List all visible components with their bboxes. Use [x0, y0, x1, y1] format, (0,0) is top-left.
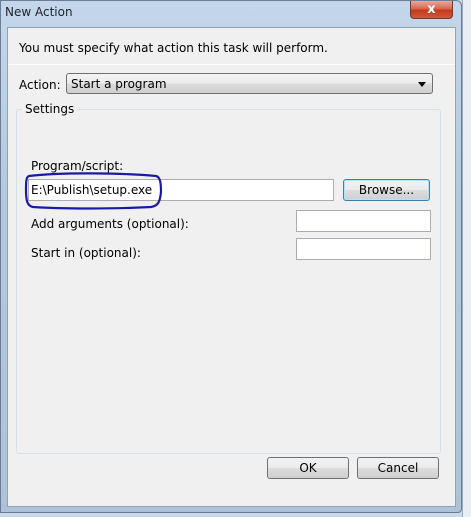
- window-title: New Action: [5, 5, 73, 19]
- start-in-label: Start in (optional):: [31, 246, 141, 260]
- add-arguments-input[interactable]: [297, 211, 430, 231]
- settings-group: Settings Program/script: Browse... Add a…: [16, 102, 441, 454]
- close-button[interactable]: x: [410, 1, 453, 19]
- settings-legend: Settings: [22, 102, 78, 116]
- header-separator: [8, 64, 455, 65]
- chevron-down-icon: [418, 82, 426, 87]
- action-dropdown[interactable]: Start a program: [66, 73, 433, 94]
- ok-button[interactable]: OK: [267, 457, 349, 479]
- cancel-button[interactable]: Cancel: [357, 457, 439, 479]
- start-in-input[interactable]: [297, 239, 430, 259]
- add-arguments-label: Add arguments (optional):: [31, 217, 189, 231]
- action-selected-value: Start a program: [71, 77, 167, 91]
- browse-button[interactable]: Browse...: [343, 179, 430, 201]
- title-bar[interactable]: New Action x: [1, 1, 461, 27]
- program-script-label: Program/script:: [31, 159, 124, 173]
- action-label: Action:: [19, 78, 61, 92]
- close-icon: x: [427, 2, 436, 17]
- program-script-field[interactable]: [28, 179, 334, 201]
- background-window-edge: [462, 0, 471, 517]
- dialog-client-area: You must specify what action this task w…: [7, 27, 456, 507]
- add-arguments-field[interactable]: [296, 210, 431, 232]
- start-in-field[interactable]: [296, 238, 431, 260]
- program-script-input[interactable]: [29, 180, 333, 200]
- dialog-window: New Action x You must specify what actio…: [0, 0, 462, 513]
- instruction-text: You must specify what action this task w…: [19, 41, 328, 55]
